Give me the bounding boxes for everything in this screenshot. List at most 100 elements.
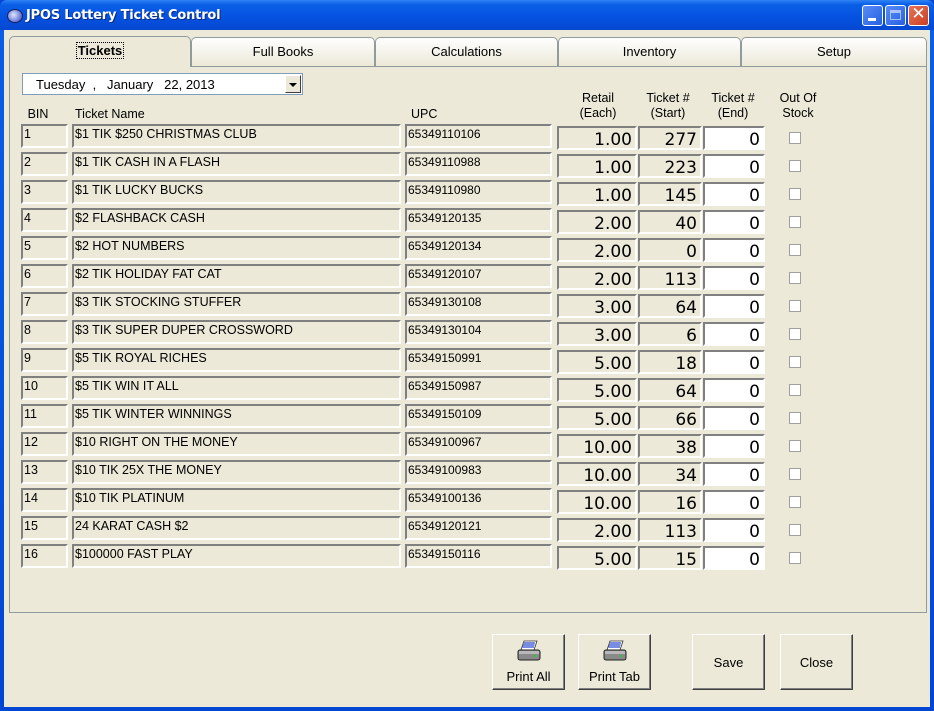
- out-of-stock-checkbox[interactable]: [789, 328, 801, 340]
- ticket-name-cell: $2 HOT NUMBERS: [72, 236, 401, 260]
- ticket-start-cell: 113: [638, 266, 702, 290]
- upc-cell: 65349110106: [405, 124, 552, 148]
- retail-cell: 10.00: [557, 434, 637, 458]
- print-all-label: Print All: [506, 669, 551, 684]
- ticket-name-cell: $3 TIK STOCKING STUFFER: [72, 292, 401, 316]
- tab-tickets[interactable]: Tickets: [9, 36, 191, 67]
- minimize-button[interactable]: [862, 5, 883, 26]
- save-button[interactable]: Save: [692, 634, 765, 690]
- tab-label: Tickets: [75, 42, 125, 59]
- ticket-end-input[interactable]: 0: [703, 350, 765, 374]
- maximize-button[interactable]: [885, 5, 906, 26]
- header-ticket-start: Ticket # (Start): [638, 91, 698, 121]
- header-line: (End): [717, 106, 749, 120]
- bin-cell: 16: [21, 544, 68, 568]
- out-of-stock-checkbox[interactable]: [789, 468, 801, 480]
- ticket-end-input[interactable]: 0: [703, 546, 765, 570]
- retail-cell: 1.00: [557, 126, 637, 150]
- header-line: Out Of: [779, 91, 817, 105]
- out-of-stock-checkbox[interactable]: [789, 300, 801, 312]
- tab-full-books[interactable]: Full Books: [191, 37, 375, 66]
- ticket-end-input[interactable]: 0: [703, 434, 765, 458]
- ticket-end-input[interactable]: 0: [703, 210, 765, 234]
- retail-cell: 10.00: [557, 462, 637, 486]
- upc-cell: 65349120134: [405, 236, 552, 260]
- out-of-stock-checkbox[interactable]: [789, 524, 801, 536]
- out-of-stock-checkbox[interactable]: [789, 160, 801, 172]
- tab-calculations[interactable]: Calculations: [375, 37, 558, 66]
- tab-strip: Tickets Full Books Calculations Inventor…: [9, 36, 928, 67]
- upc-cell: 65349100983: [405, 460, 552, 484]
- maximize-icon: [890, 10, 901, 20]
- title-bar[interactable]: JPOS Lottery Ticket Control ✕: [0, 0, 934, 30]
- retail-cell: 2.00: [557, 518, 637, 542]
- out-of-stock-checkbox[interactable]: [789, 412, 801, 424]
- print-all-button[interactable]: Print All: [492, 634, 565, 690]
- chevron-down-icon[interactable]: [285, 75, 301, 93]
- save-label: Save: [713, 655, 744, 670]
- bin-cell: 9: [21, 348, 68, 372]
- bin-cell: 11: [21, 404, 68, 428]
- header-line: Ticket #: [711, 91, 755, 105]
- ticket-start-cell: 223: [638, 154, 702, 178]
- tab-inventory[interactable]: Inventory: [558, 37, 741, 66]
- date-picker[interactable]: Tuesday , January 22, 2013: [22, 73, 303, 95]
- out-of-stock-checkbox[interactable]: [789, 440, 801, 452]
- ticket-end-input[interactable]: 0: [703, 322, 765, 346]
- print-tab-label: Print Tab: [588, 669, 641, 684]
- out-of-stock-checkbox[interactable]: [789, 132, 801, 144]
- out-of-stock-checkbox[interactable]: [789, 216, 801, 228]
- ticket-start-cell: 64: [638, 294, 702, 318]
- retail-cell: 1.00: [557, 182, 637, 206]
- ticket-end-input[interactable]: 0: [703, 294, 765, 318]
- bin-cell: 14: [21, 488, 68, 512]
- ticket-end-input[interactable]: 0: [703, 126, 765, 150]
- bin-cell: 10: [21, 376, 68, 400]
- ticket-start-cell: 113: [638, 518, 702, 542]
- header-out-of-stock: Out Of Stock: [768, 91, 828, 121]
- ticket-end-input[interactable]: 0: [703, 238, 765, 262]
- retail-cell: 1.00: [557, 154, 637, 178]
- out-of-stock-checkbox[interactable]: [789, 244, 801, 256]
- window-title: JPOS Lottery Ticket Control: [26, 8, 221, 23]
- header-bin: BIN: [27, 107, 49, 121]
- out-of-stock-checkbox[interactable]: [789, 496, 801, 508]
- ticket-end-input[interactable]: 0: [703, 182, 765, 206]
- header-ticket-end: Ticket # (End): [703, 91, 763, 121]
- ticket-name-cell: $10 TIK 25X THE MONEY: [72, 460, 401, 484]
- printer-icon: [517, 640, 540, 661]
- tab-label: Setup: [817, 44, 851, 59]
- bin-cell: 5: [21, 236, 68, 260]
- ticket-start-cell: 38: [638, 434, 702, 458]
- header-line: (Start): [650, 106, 686, 120]
- tickets-panel: Tuesday , January 22, 2013 BIN Ticket Na…: [9, 66, 927, 613]
- upc-cell: 65349150116: [405, 544, 552, 568]
- ticket-end-input[interactable]: 0: [703, 378, 765, 402]
- bin-cell: 13: [21, 460, 68, 484]
- bin-cell: 15: [21, 516, 68, 540]
- close-icon: ✕: [911, 4, 926, 24]
- ticket-name-cell: $10 RIGHT ON THE MONEY: [72, 432, 401, 456]
- retail-cell: 2.00: [557, 266, 637, 290]
- retail-cell: 5.00: [557, 378, 637, 402]
- print-tab-button[interactable]: Print Tab: [578, 634, 651, 690]
- close-window-button[interactable]: ✕: [908, 5, 929, 26]
- ticket-end-input[interactable]: 0: [703, 518, 765, 542]
- ticket-end-input[interactable]: 0: [703, 462, 765, 486]
- ticket-end-input[interactable]: 0: [703, 154, 765, 178]
- close-button[interactable]: Close: [780, 634, 853, 690]
- ticket-end-input[interactable]: 0: [703, 406, 765, 430]
- ticket-end-input[interactable]: 0: [703, 266, 765, 290]
- ticket-end-input[interactable]: 0: [703, 490, 765, 514]
- out-of-stock-checkbox[interactable]: [789, 552, 801, 564]
- tab-setup[interactable]: Setup: [741, 37, 927, 66]
- ticket-name-cell: $3 TIK SUPER DUPER CROSSWORD: [72, 320, 401, 344]
- out-of-stock-checkbox[interactable]: [789, 188, 801, 200]
- out-of-stock-checkbox[interactable]: [789, 272, 801, 284]
- upc-cell: 65349110980: [405, 180, 552, 204]
- ticket-name-cell: $100000 FAST PLAY: [72, 544, 401, 568]
- app-window: JPOS Lottery Ticket Control ✕ Tickets Fu…: [0, 0, 934, 711]
- close-label: Close: [799, 655, 834, 670]
- out-of-stock-checkbox[interactable]: [789, 356, 801, 368]
- out-of-stock-checkbox[interactable]: [789, 384, 801, 396]
